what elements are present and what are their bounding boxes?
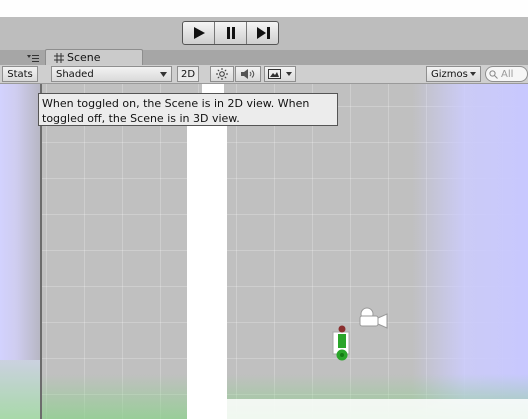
grid-icon <box>54 52 64 63</box>
play-controls <box>182 21 279 45</box>
tooltip-text: When toggled on, the Scene is in 2D view… <box>42 97 310 125</box>
tab-scene-label: Scene <box>67 51 101 64</box>
tab-scene[interactable]: Scene <box>45 49 143 65</box>
search-field[interactable]: All <box>485 66 528 82</box>
search-icon <box>489 69 498 79</box>
stats-label: Stats <box>7 68 33 80</box>
pause-icon <box>226 27 235 39</box>
speaker-icon <box>241 69 255 79</box>
sun-icon <box>216 68 228 80</box>
step-icon <box>256 27 270 39</box>
menu-icon[interactable] <box>27 54 39 64</box>
chevron-down-icon <box>286 72 293 76</box>
lighting-toggle-button[interactable] <box>210 66 234 82</box>
search-placeholder: All <box>501 68 514 80</box>
background-tint-right <box>412 84 528 419</box>
scene-view[interactable] <box>42 84 528 419</box>
audio-toggle-button[interactable] <box>235 66 261 82</box>
white-floor <box>227 399 528 419</box>
sprite-object[interactable] <box>332 322 352 364</box>
chevron-down-icon <box>470 72 476 76</box>
draw-mode-dropdown[interactable]: Shaded <box>51 66 172 82</box>
toggle-2d-button[interactable]: 2D <box>177 66 199 82</box>
play-button[interactable] <box>183 22 215 44</box>
left-panel-bottom <box>0 360 40 419</box>
image-icon <box>267 69 281 79</box>
tooltip-2d-toggle: When toggled on, the Scene is in 2D view… <box>38 93 338 126</box>
step-button[interactable] <box>247 22 278 44</box>
white-wall <box>187 109 227 419</box>
stats-button[interactable]: Stats <box>2 66 38 82</box>
camera-icon[interactable] <box>354 306 390 330</box>
effects-dropdown[interactable] <box>264 66 296 82</box>
pause-button[interactable] <box>215 22 247 44</box>
chevron-down-icon <box>160 71 167 77</box>
title-strip <box>0 0 528 17</box>
gizmos-dropdown[interactable]: Gizmos <box>426 66 481 82</box>
gizmos-label: Gizmos <box>431 68 468 80</box>
draw-mode-value: Shaded <box>56 68 94 80</box>
play-icon <box>193 27 205 39</box>
toggle-2d-label: 2D <box>180 68 196 80</box>
